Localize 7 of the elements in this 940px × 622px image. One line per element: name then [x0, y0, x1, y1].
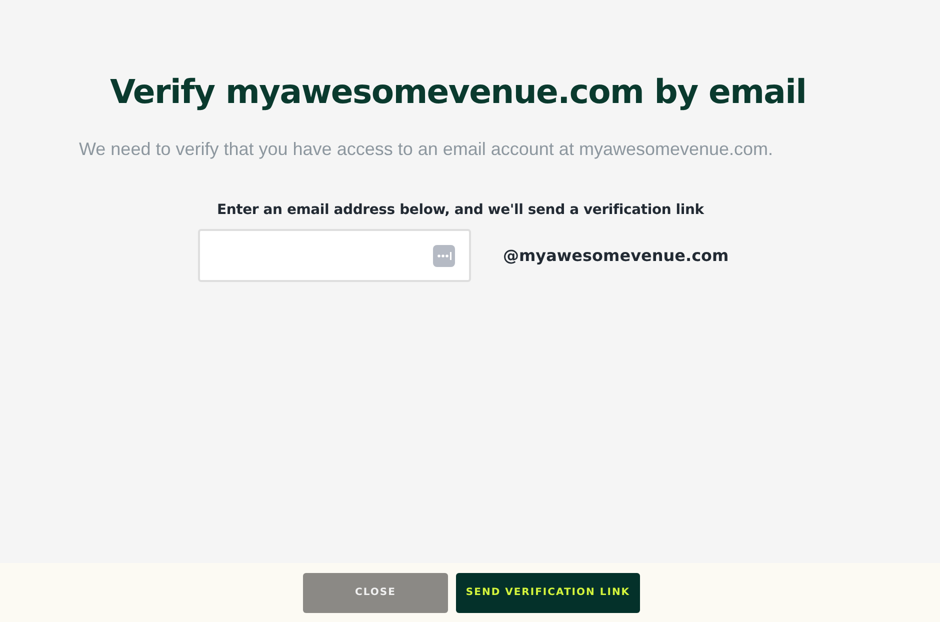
email-field[interactable] — [198, 229, 471, 282]
password-manager-icon[interactable] — [433, 244, 455, 266]
domain-suffix: @myawesomevenue.com — [503, 246, 729, 265]
description: We need to verify that you have access to an email account at myawesomevenue.com. — [79, 138, 774, 160]
field-label: Enter an email address below, and we'll send a verification link — [217, 201, 706, 220]
page-title: Verify myawesomevenue.com by email — [110, 71, 808, 113]
send-button[interactable]: SEND VERIFICATION LINK — [456, 572, 640, 612]
